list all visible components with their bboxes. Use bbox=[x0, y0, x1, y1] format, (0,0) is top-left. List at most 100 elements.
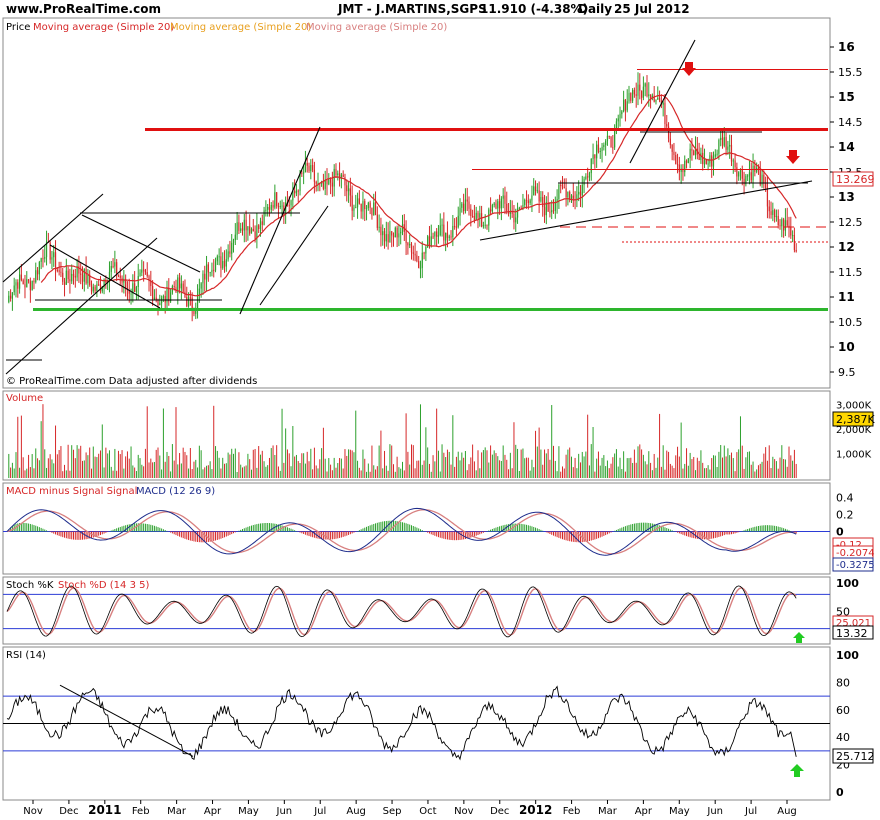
candle-body bbox=[594, 154, 596, 159]
candle-body bbox=[619, 114, 621, 119]
candle-body bbox=[475, 212, 477, 221]
candle-body bbox=[189, 297, 191, 299]
candle-body bbox=[261, 221, 263, 225]
candle-body bbox=[419, 267, 422, 269]
candle-body bbox=[258, 225, 260, 230]
candle-body bbox=[752, 165, 754, 181]
candle-body bbox=[98, 284, 100, 286]
candle-body bbox=[290, 200, 292, 206]
candle-body bbox=[513, 213, 515, 223]
candle-body bbox=[644, 83, 646, 87]
candle-body bbox=[356, 198, 359, 208]
candle-body bbox=[81, 274, 84, 282]
candle-body bbox=[398, 233, 400, 238]
candle-body bbox=[400, 231, 402, 234]
candle-body bbox=[18, 274, 21, 289]
candle-body bbox=[470, 208, 472, 217]
x-tick-label: Jul bbox=[744, 806, 757, 817]
candle-body bbox=[461, 203, 463, 208]
candle-body bbox=[63, 281, 66, 285]
candle-body bbox=[718, 139, 720, 154]
candle-body bbox=[241, 228, 244, 231]
candle-body bbox=[524, 199, 526, 205]
candle-body bbox=[472, 216, 474, 218]
candle-body bbox=[642, 86, 644, 98]
candle-body bbox=[705, 159, 707, 164]
candle-body bbox=[389, 231, 391, 243]
candle-body bbox=[493, 203, 495, 206]
candle-body bbox=[306, 162, 308, 166]
candle-body bbox=[51, 257, 53, 260]
candle-body bbox=[592, 154, 594, 159]
candle-body bbox=[22, 280, 24, 285]
candle-body bbox=[204, 273, 206, 280]
candle-body bbox=[714, 154, 716, 157]
volume-tick: 3,000K bbox=[836, 400, 872, 411]
candle-body bbox=[74, 275, 76, 278]
x-tick-label: Jun bbox=[706, 806, 723, 817]
candle-body bbox=[396, 227, 398, 238]
x-tick-label: Aug bbox=[346, 806, 366, 817]
candle-body bbox=[216, 256, 218, 262]
candle-body bbox=[383, 231, 386, 242]
macd-tick: 0.4 bbox=[836, 491, 854, 504]
candle-body bbox=[434, 231, 436, 237]
candle-body bbox=[58, 270, 60, 272]
candle-body bbox=[308, 165, 310, 172]
candle-body bbox=[373, 202, 375, 216]
candle-body bbox=[466, 199, 468, 202]
candle-body bbox=[581, 185, 583, 196]
candle-body bbox=[15, 282, 17, 286]
candle-body bbox=[245, 219, 247, 231]
candle-body bbox=[666, 124, 668, 127]
candle-body bbox=[608, 135, 610, 137]
candle-body bbox=[152, 286, 154, 300]
candle-body bbox=[119, 275, 121, 278]
volume-tick: 1,000K bbox=[836, 449, 872, 460]
candle-body bbox=[702, 152, 704, 165]
candle-body bbox=[234, 234, 236, 240]
price-tick: 12 bbox=[838, 240, 855, 254]
candle-body bbox=[369, 202, 371, 208]
candle-body bbox=[455, 226, 458, 228]
candle-body bbox=[534, 186, 537, 191]
candle-body bbox=[423, 252, 425, 254]
candle-body bbox=[409, 243, 411, 246]
candle-body bbox=[502, 195, 504, 199]
candle-body bbox=[385, 234, 387, 242]
candle-body bbox=[754, 165, 756, 172]
candle-body bbox=[347, 188, 350, 192]
candle-body bbox=[367, 202, 369, 208]
candle-body bbox=[432, 236, 434, 238]
candle-body bbox=[335, 168, 337, 176]
candle-body bbox=[312, 165, 314, 170]
volume-last-label: 2,387K bbox=[836, 413, 875, 426]
candle-body bbox=[254, 231, 256, 239]
candle-body bbox=[338, 173, 341, 179]
candle-body bbox=[159, 303, 161, 306]
candle-body bbox=[640, 90, 643, 98]
candle-body bbox=[698, 154, 700, 161]
candle-body bbox=[464, 199, 467, 212]
watermark: © ProRealTime.com Data adjusted after di… bbox=[6, 376, 257, 387]
candle-body bbox=[549, 211, 551, 213]
price-tick: 15 bbox=[838, 90, 855, 104]
candle-body bbox=[437, 235, 440, 237]
candle-body bbox=[716, 153, 718, 155]
frame-price bbox=[2, 17, 831, 389]
x-tick-label: Nov bbox=[23, 806, 43, 817]
macd-label-2: -0.2074 bbox=[836, 548, 875, 559]
candle-body bbox=[561, 185, 564, 188]
candle-body bbox=[649, 94, 652, 99]
x-tick-label: Aug bbox=[777, 806, 797, 817]
candle-body bbox=[31, 280, 33, 291]
candle-body bbox=[484, 224, 486, 226]
candle-body bbox=[380, 226, 382, 236]
candle-body bbox=[673, 151, 675, 156]
candle-body bbox=[65, 270, 67, 285]
price-tick: 10.5 bbox=[838, 316, 863, 329]
candle-body bbox=[605, 141, 607, 145]
candle-body bbox=[310, 165, 312, 172]
candle-body bbox=[337, 173, 339, 176]
candle-body bbox=[588, 173, 591, 178]
